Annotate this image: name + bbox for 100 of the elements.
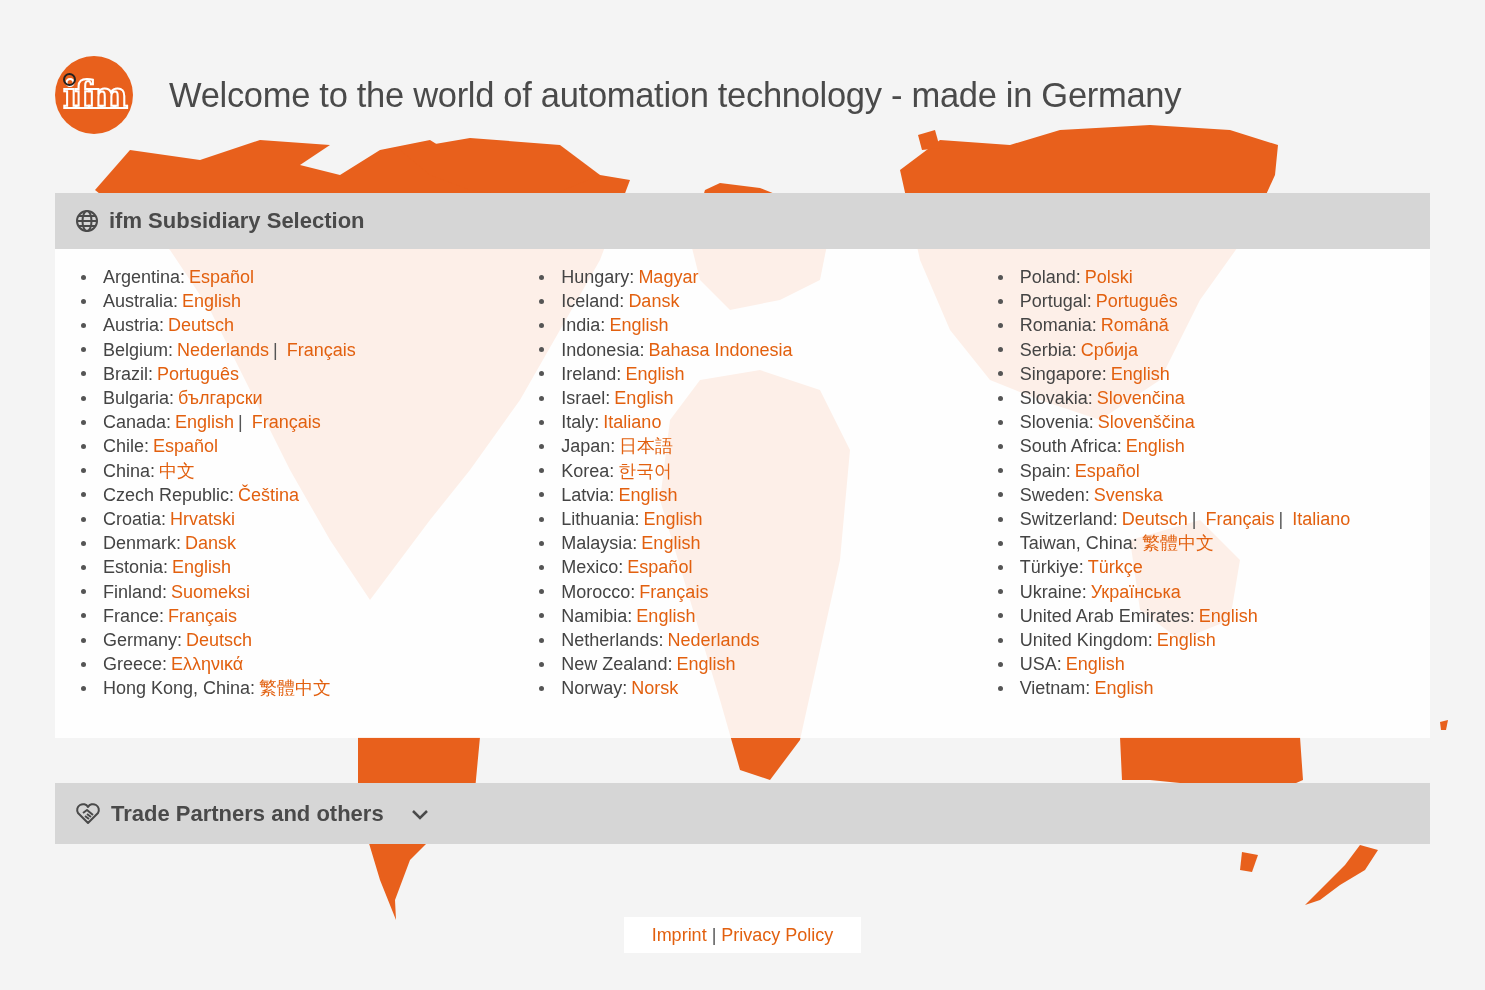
language-link[interactable]: Українська	[1090, 579, 1181, 604]
language-link[interactable]: Français	[168, 603, 238, 629]
language-link[interactable]: English	[614, 386, 674, 411]
bullet-icon	[539, 274, 545, 280]
language-link[interactable]: Deutsch	[1121, 507, 1188, 532]
separator: |	[238, 411, 243, 435]
bullet-icon	[539, 444, 545, 449]
language-link[interactable]: Svenska	[1093, 482, 1163, 508]
country-label: Estonia:	[103, 556, 169, 580]
country-label: Belgium:	[103, 338, 174, 362]
bullet-icon	[997, 492, 1003, 498]
country-label: Hong Kong, China:	[103, 677, 256, 701]
country-label: Italy:	[561, 411, 600, 435]
language-link[interactable]: Србија	[1080, 337, 1139, 362]
country-label: Lithuania:	[561, 508, 640, 532]
language-link[interactable]: English	[625, 361, 685, 386]
country-label: Israel:	[561, 387, 611, 410]
language-link[interactable]: English	[1156, 628, 1216, 653]
language-link[interactable]: Español	[153, 434, 219, 459]
language-link[interactable]: English	[609, 313, 669, 338]
bullet-icon	[539, 419, 545, 425]
language-link[interactable]: English	[618, 482, 678, 508]
language-link[interactable]: Čeština	[238, 482, 300, 508]
language-link[interactable]: English	[172, 555, 232, 580]
language-link[interactable]: English	[175, 410, 235, 435]
language-link[interactable]: Dansk	[628, 289, 680, 314]
bullet-icon	[81, 419, 86, 425]
language-link[interactable]: Polski	[1084, 265, 1133, 290]
language-link[interactable]: Français	[286, 337, 356, 362]
country-label: South Africa:	[1019, 435, 1122, 459]
language-link[interactable]: Magyar	[638, 265, 699, 290]
language-link[interactable]: English	[676, 652, 736, 677]
language-link[interactable]: Suomeksi	[171, 579, 251, 604]
language-link[interactable]: Español	[1074, 458, 1140, 483]
language-link[interactable]: Slovenčina	[1096, 386, 1185, 411]
language-link[interactable]: Português	[157, 361, 240, 386]
country-label: Spain:	[1019, 459, 1071, 483]
language-link[interactable]: English	[643, 507, 703, 532]
country-label: Slovenia:	[1019, 411, 1094, 435]
bullet-icon	[81, 395, 86, 401]
bullet-icon	[997, 444, 1003, 449]
language-link[interactable]: 繁體中文	[259, 676, 332, 701]
country-label: Argentina:	[103, 266, 186, 289]
language-link[interactable]: Nederlands	[667, 628, 760, 653]
language-link[interactable]: Türkçe	[1087, 555, 1143, 580]
footer-link[interactable]: Imprint	[651, 924, 707, 946]
section-title: Trade Partners and others	[111, 800, 384, 827]
section-header[interactable]: Trade Partners and others	[55, 783, 1430, 844]
language-link[interactable]: English	[1125, 434, 1185, 459]
language-link[interactable]: Español	[627, 555, 693, 580]
language-link[interactable]: English	[1065, 652, 1125, 677]
language-link[interactable]: Français	[1205, 507, 1275, 532]
country-label: United Kingdom:	[1019, 629, 1153, 653]
bullet-icon	[997, 661, 1003, 667]
footer-link[interactable]: Privacy Policy	[721, 924, 834, 946]
section-header[interactable]: ifm Subsidiary Selection	[55, 193, 1430, 249]
country-label: Namibia:	[561, 604, 633, 628]
language-link[interactable]: Slovenščina	[1097, 410, 1195, 435]
language-link[interactable]: Nederlands	[177, 337, 270, 362]
language-link[interactable]: 日本語	[619, 434, 674, 459]
separator: |	[273, 338, 278, 362]
language-link[interactable]: Português	[1095, 289, 1178, 314]
bullet-icon	[539, 468, 545, 474]
language-link[interactable]: Français	[251, 410, 321, 435]
language-link[interactable]: Italiano	[603, 410, 662, 435]
bullet-icon	[539, 371, 545, 377]
language-link[interactable]: Ελληνικά	[171, 652, 244, 677]
language-link[interactable]: 한국어	[618, 458, 673, 483]
language-link[interactable]: English	[1110, 361, 1170, 386]
country-label: Serbia:	[1019, 338, 1077, 362]
language-link[interactable]: English	[641, 531, 701, 556]
language-link[interactable]: Italiano	[1292, 507, 1351, 532]
country-label: Taiwan, China:	[1019, 532, 1138, 556]
language-link[interactable]: Français	[639, 579, 709, 604]
language-link[interactable]: 繁體中文	[1141, 531, 1214, 556]
language-link[interactable]: Bahasa Indonesia	[648, 337, 793, 362]
bullet-icon	[997, 371, 1003, 377]
language-link[interactable]: български	[178, 386, 263, 411]
country-label: Germany:	[103, 629, 183, 653]
language-link[interactable]: Dansk	[185, 531, 237, 556]
separator: |	[711, 924, 717, 946]
language-link[interactable]: Deutsch	[168, 313, 235, 338]
language-link[interactable]: Română	[1100, 313, 1169, 338]
language-link[interactable]: English	[182, 289, 242, 314]
country-label: USA:	[1019, 653, 1062, 677]
country-label: Denmark:	[103, 532, 182, 556]
logo[interactable]: ifm	[55, 56, 133, 134]
country-label: Portugal:	[1019, 290, 1092, 314]
language-link[interactable]: Español	[189, 265, 255, 290]
language-link[interactable]: English	[636, 603, 696, 629]
bullet-icon	[997, 347, 1003, 353]
language-link[interactable]: 中文	[159, 458, 196, 483]
language-link[interactable]: English	[1094, 676, 1154, 701]
language-link[interactable]: Norsk	[631, 676, 679, 701]
language-link[interactable]: English	[1198, 603, 1258, 629]
bullet-icon	[997, 468, 1003, 474]
bullet-icon	[539, 347, 545, 353]
language-link[interactable]: Deutsch	[186, 628, 253, 653]
bullet-icon	[81, 274, 86, 280]
language-link[interactable]: Hrvatski	[170, 507, 236, 532]
